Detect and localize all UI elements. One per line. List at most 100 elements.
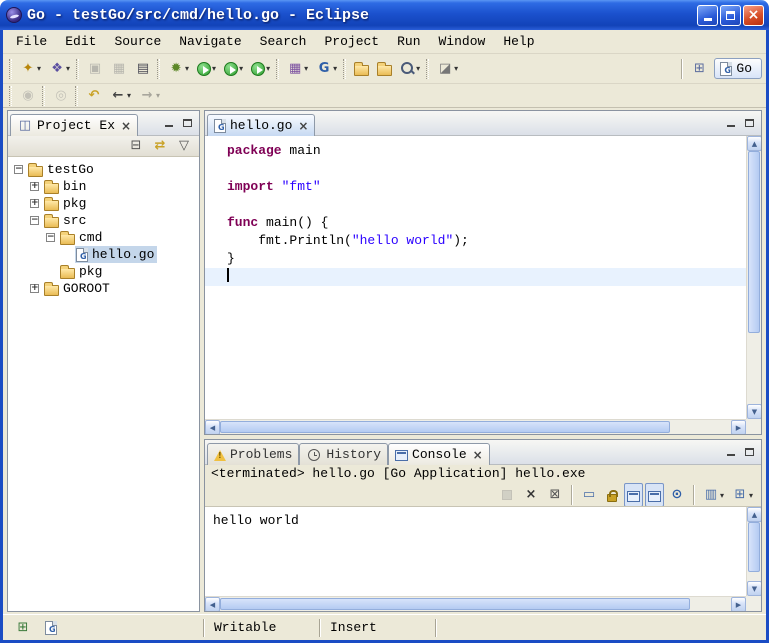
collapse-icon[interactable]: − — [14, 165, 23, 174]
dropdown-arrow-icon[interactable]: ▾ — [185, 64, 189, 73]
go-status-button[interactable] — [42, 616, 60, 640]
expand-icon[interactable]: + — [30, 199, 39, 208]
editor-horizontal-scrollbar[interactable]: ◀ ▶ — [205, 419, 746, 434]
run-button[interactable]: ▾ — [194, 57, 219, 81]
clear-console-button[interactable]: ▭ — [578, 483, 600, 507]
scrollbar-thumb[interactable] — [220, 421, 670, 433]
scroll-down-button[interactable]: ▼ — [747, 404, 761, 419]
menu-window[interactable]: Window — [430, 32, 495, 51]
display-console-button[interactable]: ▥▾ — [700, 483, 727, 507]
scrollbar-thumb[interactable] — [220, 598, 690, 610]
tab-project-explorer[interactable]: ◫ Project Ex × — [10, 114, 138, 136]
tree-item-hello-go[interactable]: hello.go — [8, 246, 199, 263]
maximize-button[interactable] — [720, 5, 741, 26]
tree-item-goroot[interactable]: +GOROOT — [8, 280, 199, 297]
scrollbar-track[interactable] — [220, 420, 731, 434]
tree-item-testgo[interactable]: −testGo — [8, 161, 199, 178]
maximize-view-button[interactable] — [741, 114, 758, 131]
tree-item-cmd[interactable]: −cmd — [8, 229, 199, 246]
close-tab-icon[interactable]: × — [121, 119, 131, 133]
console-output[interactable]: hello world — [205, 507, 746, 596]
scroll-up-button[interactable]: ▲ — [747, 507, 761, 522]
print-button[interactable]: ▤ — [132, 57, 154, 81]
pin-console-button[interactable]: ⊙ — [666, 483, 688, 507]
toolbar-grip[interactable] — [343, 59, 346, 79]
close-button[interactable]: × — [743, 5, 764, 26]
last-edit-button[interactable]: ↶ — [83, 84, 105, 108]
console-horizontal-scrollbar[interactable]: ◀ ▶ — [205, 596, 746, 611]
toolbar-grip[interactable] — [42, 86, 45, 106]
code-area[interactable]: package mainimport "fmt"func main() { fm… — [205, 136, 746, 419]
maximize-view-button[interactable] — [179, 114, 196, 131]
menu-project[interactable]: Project — [315, 32, 388, 51]
show-stderr-button[interactable] — [645, 483, 664, 507]
go-package-button[interactable]: ▦▾ — [284, 57, 311, 81]
collapse-all-button[interactable]: ⊟ — [125, 134, 147, 158]
view-menu-button[interactable]: ▽ — [173, 134, 195, 158]
scrollbar-thumb[interactable] — [748, 151, 760, 333]
close-tab-icon[interactable]: × — [298, 119, 308, 133]
scrollbar-track[interactable] — [220, 597, 731, 611]
scrollbar-track[interactable] — [747, 522, 761, 581]
code-line[interactable]: func main() { — [205, 214, 746, 232]
open-perspective-button[interactable]: ⊞ — [688, 57, 710, 81]
menu-help[interactable]: Help — [494, 32, 543, 51]
menu-search[interactable]: Search — [251, 32, 316, 51]
go-perspective-button[interactable]: Go — [714, 58, 762, 79]
tree-item-bin[interactable]: +bin — [8, 178, 199, 195]
dropdown-arrow-icon[interactable]: ▾ — [266, 64, 270, 73]
toolbar-grip[interactable] — [9, 59, 12, 79]
new-go-element-button[interactable]: ❖▾ — [46, 57, 73, 81]
minimize-view-button[interactable] — [722, 114, 739, 131]
dropdown-arrow-icon[interactable]: ▾ — [416, 64, 420, 73]
open-resource-button[interactable] — [351, 57, 372, 81]
toolbar-grip[interactable] — [76, 59, 79, 79]
close-tab-icon[interactable]: × — [473, 448, 483, 462]
scroll-down-button[interactable]: ▼ — [747, 581, 761, 596]
debug-button[interactable]: ✹▾ — [165, 57, 192, 81]
toolbar-grip[interactable] — [9, 86, 12, 106]
title-bar[interactable]: Go - testGo/src/cmd/hello.go - Eclipse × — [0, 0, 769, 30]
code-line[interactable] — [205, 268, 746, 286]
dropdown-arrow-icon[interactable]: ▾ — [454, 64, 458, 73]
tab-console[interactable]: Console× — [388, 443, 490, 465]
scroll-left-button[interactable]: ◀ — [205, 597, 220, 611]
dropdown-arrow-icon[interactable]: ▾ — [239, 64, 243, 73]
dropdown-arrow-icon[interactable]: ▾ — [212, 64, 216, 73]
console-vertical-scrollbar[interactable]: ▲ ▼ — [746, 507, 761, 596]
code-line[interactable]: import "fmt" — [205, 178, 746, 196]
menu-run[interactable]: Run — [388, 32, 429, 51]
expand-icon[interactable]: + — [30, 284, 39, 293]
external-tools-button[interactable]: ▾ — [248, 57, 273, 81]
dropdown-arrow-icon[interactable]: ▾ — [156, 91, 160, 100]
dropdown-arrow-icon[interactable]: ▾ — [749, 491, 753, 500]
fast-view-button[interactable]: ⊞ — [12, 616, 34, 640]
scroll-right-button[interactable]: ▶ — [731, 597, 746, 611]
menu-navigate[interactable]: Navigate — [170, 32, 250, 51]
dropdown-arrow-icon[interactable]: ▾ — [127, 91, 131, 100]
code-line[interactable]: } — [205, 250, 746, 268]
scroll-lock-button[interactable] — [602, 483, 622, 507]
scroll-up-button[interactable]: ▲ — [747, 136, 761, 151]
show-stdout-button[interactable] — [624, 483, 643, 507]
dropdown-arrow-icon[interactable]: ▾ — [333, 64, 337, 73]
menu-edit[interactable]: Edit — [56, 32, 105, 51]
toolbar-grip[interactable] — [157, 59, 160, 79]
godoc-button[interactable]: G▾ — [313, 57, 340, 81]
annotations-button[interactable]: ◪▾ — [434, 57, 461, 81]
dropdown-arrow-icon[interactable]: ▾ — [66, 64, 70, 73]
tab-problems[interactable]: Problems — [207, 443, 299, 465]
maximize-view-button[interactable] — [741, 443, 758, 460]
back-button[interactable]: ←▾ — [107, 84, 134, 108]
project-tree[interactable]: −testGo+bin+pkg−src−cmdhello.gopkg+GOROO… — [8, 157, 199, 611]
code-line[interactable]: package main — [205, 142, 746, 160]
toolbar-grip[interactable] — [75, 86, 78, 106]
expand-icon[interactable]: + — [30, 182, 39, 191]
run-last-button[interactable]: ▾ — [221, 57, 246, 81]
toolbar-grip[interactable] — [276, 59, 279, 79]
tree-item-pkg[interactable]: pkg — [8, 263, 199, 280]
dropdown-arrow-icon[interactable]: ▾ — [37, 64, 41, 73]
collapse-icon[interactable]: − — [46, 233, 55, 242]
scrollbar-thumb[interactable] — [748, 522, 760, 572]
minimize-view-button[interactable] — [722, 443, 739, 460]
